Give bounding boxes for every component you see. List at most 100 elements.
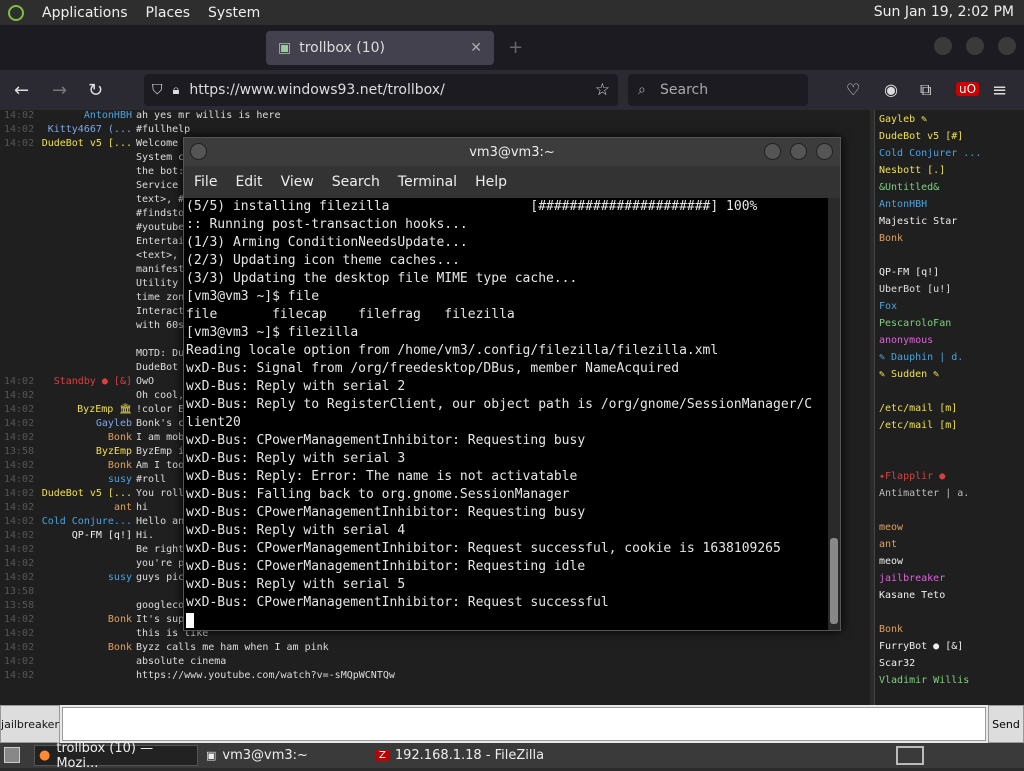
- search-field[interactable]: ⌕ Search: [628, 74, 808, 106]
- tab-background[interactable]: [40, 31, 262, 65]
- user-list-item[interactable]: Gayleb ✎: [879, 114, 927, 131]
- user-list-item[interactable]: ✎ Sudden ✎: [879, 369, 939, 386]
- user-list-item[interactable]: Scar32: [879, 658, 915, 675]
- terminal-line: wxD-Bus: Falling back to org.gnome.Sessi…: [186, 487, 570, 502]
- terminal-menu-search[interactable]: Search: [332, 174, 380, 190]
- user-list-item[interactable]: anonymous: [879, 335, 933, 352]
- reload-icon[interactable]: ↻: [88, 80, 103, 101]
- chat-message-nick[interactable]: ByzEmp 🏛: [77, 404, 132, 415]
- user-list-item[interactable]: meow: [879, 522, 903, 539]
- chat-message-time: 14:02: [4, 544, 35, 555]
- minimize-window-button[interactable]: [934, 37, 952, 55]
- close-window-button[interactable]: [998, 37, 1016, 55]
- url-text[interactable]: https://www.windows93.net/trollbox/: [189, 82, 444, 98]
- forward-arrow-icon[interactable]: →: [52, 80, 67, 101]
- terminal-line: wxD-Bus: Reply with serial 4: [186, 523, 406, 538]
- url-bar[interactable]: ⛉ 🔒︎ https://www.windows93.net/trollbox/…: [144, 74, 618, 106]
- user-list-item[interactable]: ✦Flapplir ●: [879, 471, 945, 488]
- distro-logo-icon[interactable]: [8, 4, 24, 21]
- terminal-menu-file[interactable]: File: [194, 174, 217, 190]
- nickname-button[interactable]: jailbreaker: [0, 705, 60, 743]
- terminal-menu-help[interactable]: Help: [475, 174, 507, 190]
- tab-trollbox[interactable]: ▣ trollbox (10) ✕: [266, 30, 494, 65]
- user-list-item[interactable]: FurryBot ● [&]: [879, 641, 963, 658]
- ublock-icon[interactable]: uO: [956, 82, 980, 96]
- user-list-item[interactable]: meow: [879, 556, 903, 573]
- chat-message-nick[interactable]: Bonk: [108, 642, 132, 653]
- menu-system[interactable]: System: [208, 5, 260, 21]
- terminal-menu-terminal[interactable]: Terminal: [398, 174, 457, 190]
- lock-icon[interactable]: 🔒︎: [173, 83, 180, 98]
- user-list-item[interactable]: DudeBot v5 [#]: [879, 131, 963, 148]
- chat-message-time: 14:02: [4, 138, 35, 149]
- chat-message-nick[interactable]: DudeBot v5 [...: [42, 138, 132, 149]
- chat-message-nick[interactable]: DudeBot v5 [...: [42, 488, 132, 499]
- user-list-item[interactable]: QP-FM [q!]: [879, 267, 939, 284]
- new-tab-icon[interactable]: +: [508, 37, 523, 58]
- user-list-item[interactable]: ✎ Dauphin | d.: [879, 352, 963, 369]
- chat-message-nick[interactable]: susy: [108, 474, 132, 485]
- terminal-minimize-button[interactable]: [764, 143, 781, 160]
- terminal-maximize-button[interactable]: [790, 143, 807, 160]
- menu-applications[interactable]: Applications: [42, 5, 128, 21]
- user-list-item[interactable]: Majestic Star: [879, 216, 957, 233]
- chat-message-nick[interactable]: AntonHBH: [84, 110, 132, 121]
- task-terminal[interactable]: ▣ vm3@vm3:~: [202, 745, 368, 766]
- task-firefox[interactable]: ● trollbox (10) — Mozi...: [34, 741, 198, 771]
- shield-icon[interactable]: ⛉: [152, 82, 163, 98]
- chat-message-text: time zon: [136, 292, 185, 303]
- workspace-switcher-icon[interactable]: [896, 746, 924, 765]
- user-list-item[interactable]: AntonHBH: [879, 199, 927, 216]
- user-list-item[interactable]: Fox: [879, 301, 897, 318]
- terminal-line: wxD-Bus: Reply with serial 5: [186, 577, 406, 592]
- clock[interactable]: Sun Jan 19, 2:02 PM: [874, 4, 1014, 20]
- terminal-scroll-thumb[interactable]: [830, 538, 838, 624]
- chat-message-nick[interactable]: ant: [114, 502, 132, 513]
- pocket-icon[interactable]: ♡: [846, 80, 860, 99]
- account-icon[interactable]: ◉: [884, 80, 898, 99]
- chat-message-nick[interactable]: ByzEmp: [96, 446, 132, 457]
- user-list-item[interactable]: Bonk: [879, 233, 903, 250]
- chat-message-nick[interactable]: susy: [108, 572, 132, 583]
- user-list-item[interactable]: /etc/mail [m]: [879, 403, 957, 420]
- user-list-item[interactable]: PescaroloFan: [879, 318, 951, 335]
- terminal-menu-edit[interactable]: Edit: [235, 174, 262, 190]
- task-filezilla[interactable]: Z 192.168.1.18 - FileZilla: [372, 745, 562, 766]
- terminal-titlebar[interactable]: vm3@vm3:~: [184, 138, 840, 166]
- extensions-icon[interactable]: ⧉: [920, 80, 931, 100]
- show-desktop-icon[interactable]: [4, 747, 20, 763]
- chat-message-nick[interactable]: Standby ● [&]: [54, 376, 132, 387]
- user-list-item[interactable]: ant: [879, 539, 897, 556]
- send-button[interactable]: Send: [988, 705, 1024, 743]
- user-list-item[interactable]: /etc/mail [m]: [879, 420, 957, 437]
- user-list-item[interactable]: Cold Conjurer ...: [879, 148, 981, 165]
- user-list-item[interactable]: jailbreaker: [879, 573, 945, 590]
- user-list-item[interactable]: UberBot [u!]: [879, 284, 951, 301]
- chat-message-nick[interactable]: QP-FM [q!]: [72, 530, 132, 541]
- terminal-output[interactable]: (5/5) installing filezilla [############…: [184, 198, 828, 630]
- terminal-scrollbar[interactable]: [828, 198, 840, 630]
- terminal-menu-view[interactable]: View: [281, 174, 314, 190]
- user-list-item[interactable]: Kasane Teto: [879, 590, 945, 607]
- close-tab-icon[interactable]: ✕: [470, 40, 482, 56]
- user-list-item[interactable]: Vladimir Willis: [879, 675, 969, 692]
- chat-message-nick[interactable]: Kitty4667 (...: [48, 124, 132, 135]
- chat-message-nick[interactable]: Bonk: [108, 432, 132, 443]
- menu-places[interactable]: Places: [146, 5, 191, 21]
- chat-message-nick[interactable]: Cold Conjure...: [42, 516, 132, 527]
- maximize-window-button[interactable]: [966, 37, 984, 55]
- hamburger-menu-icon[interactable]: ≡: [992, 80, 1007, 101]
- bookmark-star-icon[interactable]: ☆: [595, 80, 610, 100]
- back-arrow-icon[interactable]: ←: [14, 80, 29, 101]
- user-list-item[interactable]: Antimatter | a.: [879, 488, 969, 505]
- user-list-item[interactable]: &Untitled&: [879, 182, 939, 199]
- chat-message-nick[interactable]: Bonk: [108, 460, 132, 471]
- user-list-item[interactable]: Bonk: [879, 624, 903, 641]
- message-input[interactable]: [62, 707, 986, 741]
- terminal-menu-button[interactable]: [190, 143, 207, 160]
- chat-message-nick[interactable]: Gayleb: [96, 418, 132, 429]
- terminal-line: wxD-Bus: Reply to RegisterClient, our ob…: [186, 397, 813, 412]
- chat-message-nick[interactable]: Bonk: [108, 614, 132, 625]
- user-list-item[interactable]: Nesbott [.]: [879, 165, 945, 182]
- terminal-close-button[interactable]: [816, 143, 833, 160]
